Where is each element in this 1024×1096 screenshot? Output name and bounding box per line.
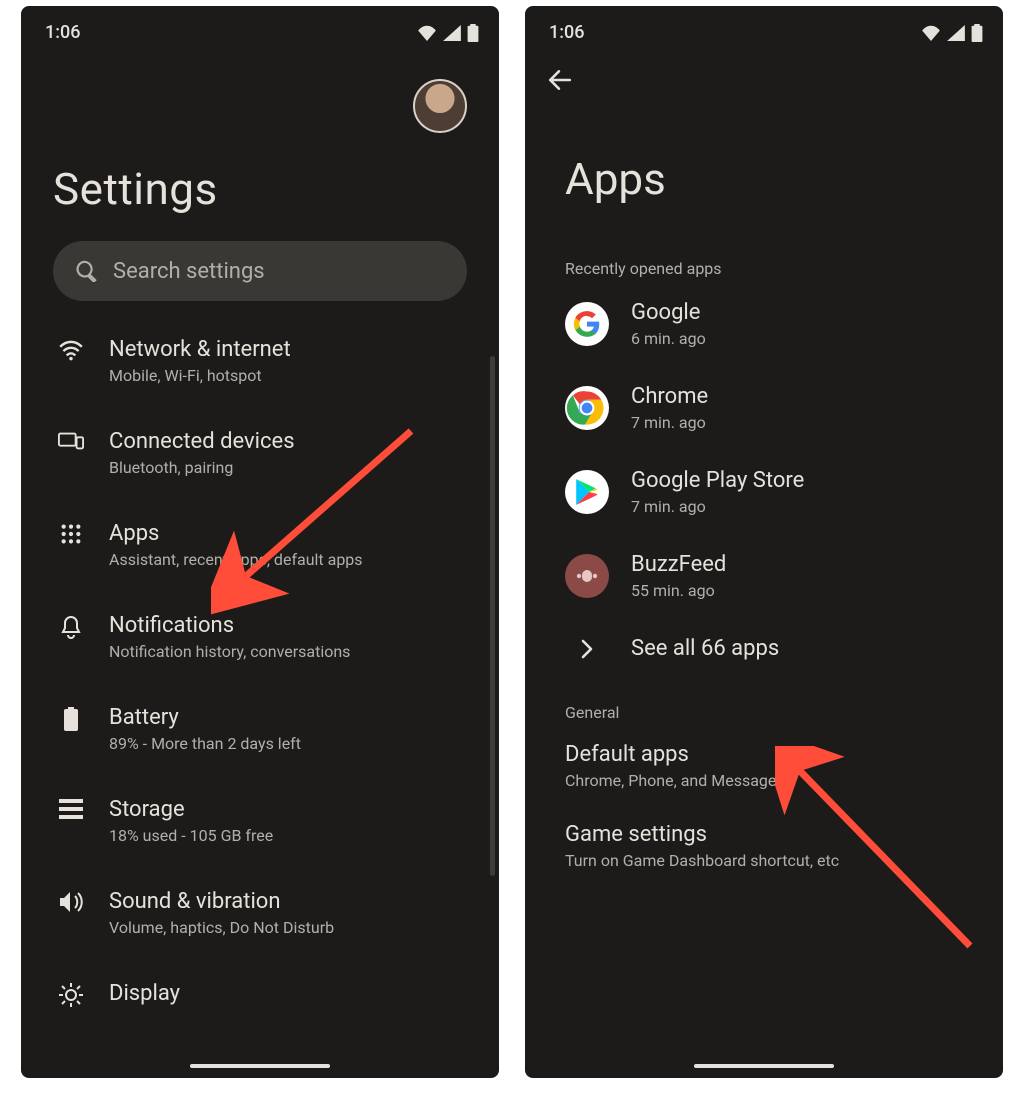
app-subtitle: 7 min. ago xyxy=(631,413,708,432)
sound-icon xyxy=(58,891,84,913)
clock: 1:06 xyxy=(549,22,584,43)
app-title: Chrome xyxy=(631,384,708,409)
status-icons xyxy=(921,24,983,42)
settings-screen: 1:06 Settings Search settings Network & … xyxy=(21,6,499,1078)
devices-icon xyxy=(58,431,84,451)
app-subtitle: 7 min. ago xyxy=(631,497,804,516)
clock: 1:06 xyxy=(45,22,80,43)
google-icon xyxy=(565,302,609,346)
battery-icon xyxy=(64,707,78,731)
see-all-apps[interactable]: See all 66 apps xyxy=(525,618,1003,679)
item-subtitle: Assistant, recent apps, default apps xyxy=(109,550,363,569)
settings-item-storage[interactable]: Storage 18% used - 105 GB free xyxy=(45,775,491,867)
section-general: General xyxy=(525,679,1003,726)
app-row-google[interactable]: Google 6 min. ago xyxy=(525,282,1003,366)
app-subtitle: 6 min. ago xyxy=(631,329,706,348)
item-subtitle: Notification history, conversations xyxy=(109,642,350,661)
page-title: Apps xyxy=(565,153,1003,205)
see-all-label: See all 66 apps xyxy=(631,636,779,661)
item-subtitle: 18% used - 105 GB free xyxy=(109,826,273,845)
settings-item-sound[interactable]: Sound & vibration Volume, haptics, Do Not… xyxy=(45,867,491,959)
back-icon[interactable] xyxy=(547,67,573,93)
signal-icon xyxy=(947,25,965,41)
chevron-right-icon xyxy=(581,639,593,659)
item-title: Notifications xyxy=(109,613,350,638)
app-title: Google Play Store xyxy=(631,468,804,493)
item-title: Default apps xyxy=(565,742,993,767)
scrollbar[interactable] xyxy=(490,356,495,876)
status-bar: 1:06 xyxy=(21,6,499,49)
settings-item-network[interactable]: Network & internet Mobile, Wi-Fi, hotspot xyxy=(45,315,491,407)
settings-item-battery[interactable]: Battery 89% - More than 2 days left xyxy=(45,683,491,775)
play-icon xyxy=(565,470,609,514)
signal-icon xyxy=(443,25,461,41)
display-icon xyxy=(59,983,83,1007)
item-subtitle: Turn on Game Dashboard shortcut, etc xyxy=(565,851,993,870)
recent-apps-list: Google 6 min. ago Chrome 7 min. ago Google… xyxy=(525,282,1003,679)
settings-item-display[interactable]: Display xyxy=(45,959,491,1007)
item-title: Apps xyxy=(109,521,363,546)
app-title: BuzzFeed xyxy=(631,552,726,577)
app-row-buzzfeed[interactable]: BuzzFeed 55 min. ago xyxy=(525,534,1003,618)
wifi-status-icon xyxy=(921,25,941,41)
item-title: Network & internet xyxy=(109,337,291,362)
status-icons xyxy=(417,24,479,42)
app-row-play[interactable]: Google Play Store 7 min. ago xyxy=(525,450,1003,534)
item-title: Battery xyxy=(109,705,301,730)
search-placeholder: Search settings xyxy=(113,259,265,284)
item-title: Game settings xyxy=(565,822,993,847)
page-title: Settings xyxy=(53,163,467,215)
wifi-icon xyxy=(58,339,84,361)
search-icon xyxy=(75,260,97,282)
battery-status-icon xyxy=(467,24,479,42)
general-game-settings[interactable]: Game settings Turn on Game Dashboard sho… xyxy=(525,806,1003,886)
settings-item-connected[interactable]: Connected devices Bluetooth, pairing xyxy=(45,407,491,499)
item-title: Storage xyxy=(109,797,273,822)
item-title: Connected devices xyxy=(109,429,295,454)
general-default-apps[interactable]: Default apps Chrome, Phone, and Messages xyxy=(525,726,1003,806)
settings-item-apps[interactable]: Apps Assistant, recent apps, default apps xyxy=(45,499,491,591)
nav-indicator[interactable] xyxy=(190,1064,330,1068)
item-title: Display xyxy=(109,981,180,1006)
item-subtitle: 89% - More than 2 days left xyxy=(109,734,301,753)
item-subtitle: Mobile, Wi-Fi, hotspot xyxy=(109,366,291,385)
battery-status-icon xyxy=(971,24,983,42)
item-subtitle: Bluetooth, pairing xyxy=(109,458,295,477)
status-bar: 1:06 xyxy=(525,6,1003,49)
chrome-icon xyxy=(565,386,609,430)
search-bar[interactable]: Search settings xyxy=(53,241,467,301)
item-subtitle: Chrome, Phone, and Messages xyxy=(565,771,993,790)
apps-screen: 1:06 Apps Recently opened apps Google 6 m… xyxy=(525,6,1003,1078)
section-recent: Recently opened apps xyxy=(525,235,1003,282)
nav-indicator[interactable] xyxy=(694,1064,834,1068)
item-subtitle: Volume, haptics, Do Not Disturb xyxy=(109,918,334,937)
app-title: Google xyxy=(631,300,706,325)
wifi-status-icon xyxy=(417,25,437,41)
apps-icon xyxy=(60,523,82,545)
buzzfeed-icon xyxy=(565,554,609,598)
settings-list: Network & internet Mobile, Wi-Fi, hotspot… xyxy=(21,311,499,1007)
app-row-chrome[interactable]: Chrome 7 min. ago xyxy=(525,366,1003,450)
avatar[interactable] xyxy=(413,79,467,133)
settings-item-notifications[interactable]: Notifications Notification history, conve… xyxy=(45,591,491,683)
storage-icon xyxy=(59,799,83,819)
bell-icon xyxy=(60,615,82,639)
item-title: Sound & vibration xyxy=(109,889,334,914)
app-subtitle: 55 min. ago xyxy=(631,581,726,600)
